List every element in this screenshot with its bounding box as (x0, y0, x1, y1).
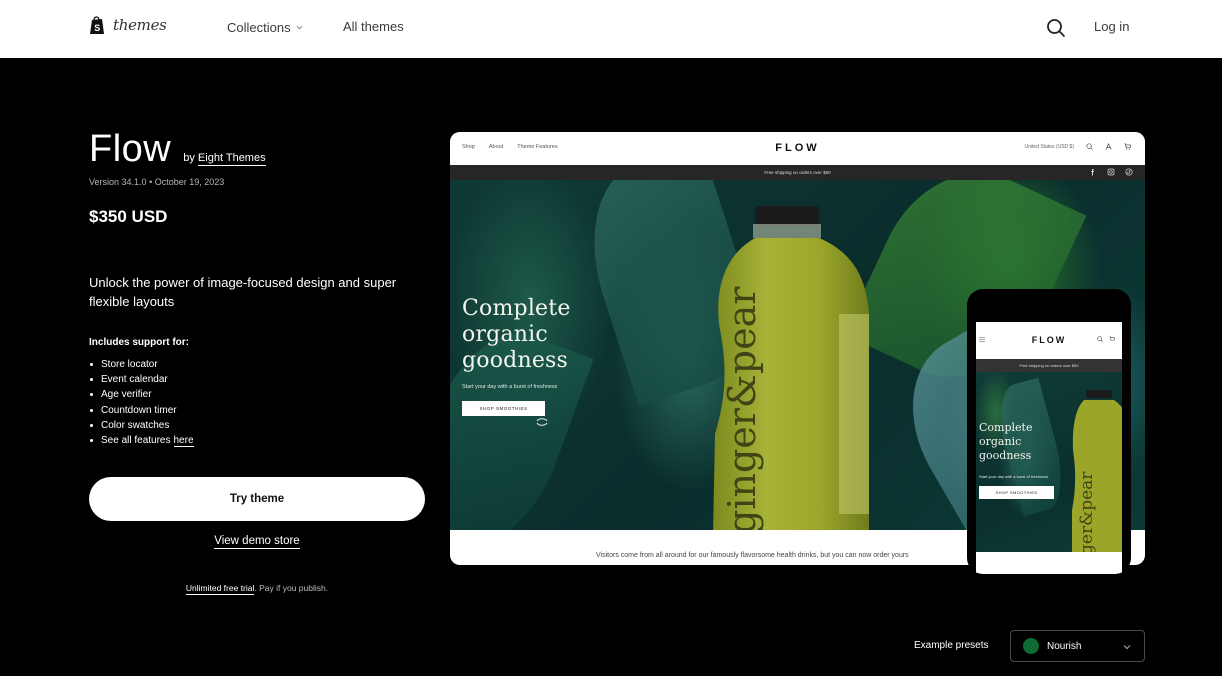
trial-suffix: . Pay if you publish. (254, 583, 329, 593)
headline-line: goodness (462, 348, 569, 373)
version-meta: Version 34.1.0 • October 19, 2023 (89, 177, 224, 187)
author-link[interactable]: Eight Themes (197, 152, 266, 166)
preview-caption: Visitors come from all around for our fa… (596, 552, 909, 559)
login-link[interactable]: Log in (1094, 19, 1129, 34)
preview-currency: United States (USD $) (1024, 143, 1074, 150)
theme-title: Flow (89, 128, 172, 170)
bottle-label: ginger&pear (720, 286, 764, 530)
preview-social-icons (1089, 168, 1133, 176)
juice-bottle-image: ger&pear (1072, 390, 1122, 552)
view-demo-store-link[interactable]: View demo store (214, 535, 300, 549)
preset-selected-name: Nourish (1047, 640, 1082, 652)
mobile-shop-button: SHOP SMOOTHIES (979, 486, 1054, 499)
mobile-nav-icons (1097, 336, 1115, 342)
mobile-hero: ger&pear Complete organic goodness Start… (976, 372, 1122, 552)
svg-text:ger&pear: ger&pear (1077, 471, 1097, 552)
demo-link-wrap: View demo store (89, 535, 425, 549)
feature-item-see-all: See all features here (89, 433, 194, 448)
author-byline: by Eight Themes (183, 152, 266, 166)
mobile-announcement: Free shipping on orders over $50 (976, 359, 1122, 372)
theme-tagline: Unlock the power of image-focused design… (89, 275, 397, 309)
top-nav: S themes Collections All themes Log in (0, 0, 1222, 58)
headline-line: goodness (979, 449, 1032, 462)
shopify-themes-logo[interactable]: S themes (89, 15, 167, 35)
svg-text:S: S (94, 23, 100, 33)
preview-subheadline: Start your day with a burst of freshness (462, 384, 558, 390)
feature-item: Store locator (89, 357, 194, 372)
release-date: October 19, 2023 (154, 177, 225, 187)
theme-title-row: Flow by Eight Themes (89, 128, 266, 171)
preset-color-swatch (1023, 638, 1039, 654)
mobile-headline: Complete organic goodness (979, 421, 1032, 463)
presets-label: Example presets (914, 640, 989, 651)
feature-list: Store locator Event calendar Age verifie… (89, 357, 194, 448)
try-theme-button[interactable]: Try theme (89, 477, 425, 521)
preset-dropdown[interactable]: Nourish (1010, 630, 1145, 662)
phone-screen: FLOW Free shipping on orders over $50 ge… (976, 322, 1122, 574)
theme-preview-mobile[interactable]: FLOW Free shipping on orders over $50 ge… (967, 289, 1131, 574)
chevron-down-icon (296, 25, 303, 30)
preview-announcement-bar: Free shipping on orders over $50 (450, 165, 1145, 180)
trial-note: Unlimited free trial. Pay if you publish… (89, 583, 425, 595)
version: Version 34.1.0 (89, 177, 147, 187)
support-heading: Includes support for: (89, 337, 189, 348)
scroll-arrow-icon (536, 418, 548, 426)
cart-icon (1124, 143, 1131, 150)
headline-line: organic (462, 322, 548, 347)
logo-text: themes (113, 16, 167, 34)
preview-nav-right: United States (USD $) (1025, 143, 1131, 150)
feature-item: Countdown timer (89, 403, 194, 418)
theme-price: $350 USD (89, 207, 168, 226)
collections-menu[interactable]: Collections (227, 20, 303, 35)
mobile-subheadline: Start your day with a burst of freshness (979, 474, 1049, 479)
headline-line: organic (979, 435, 1022, 448)
tiktok-icon (1125, 168, 1133, 176)
headline-line: Complete (979, 421, 1033, 434)
search-icon (1097, 336, 1103, 342)
all-themes-link[interactable]: All themes (343, 19, 404, 34)
juice-bottle-image: ginger&pear (713, 206, 869, 530)
search-icon[interactable] (1046, 18, 1066, 38)
by-prefix: by (183, 152, 195, 164)
instagram-icon (1107, 168, 1115, 176)
facebook-icon (1091, 169, 1094, 176)
separator: • (149, 177, 153, 187)
see-all-text: See all features (101, 435, 171, 447)
preview-headline: Complete organic goodness (462, 296, 571, 374)
free-trial-link[interactable]: Unlimited free trial (185, 583, 255, 595)
account-icon (1105, 143, 1112, 150)
collections-label: Collections (227, 20, 291, 35)
mobile-nav: FLOW (976, 322, 1122, 358)
shopify-bag-icon: S (90, 16, 104, 34)
feature-item: Age verifier (89, 387, 194, 402)
headline-line: Complete (462, 296, 571, 321)
see-all-features-link[interactable]: here (173, 435, 194, 447)
chevron-down-icon (1123, 645, 1131, 650)
preview-shop-button: SHOP SMOOTHIES (462, 401, 545, 416)
preview-nav: Shop About Theme Features FLOW United St… (450, 132, 1145, 165)
search-icon (1086, 143, 1093, 150)
preview-announcement: Free shipping on orders over $50 (764, 170, 831, 175)
feature-item: Event calendar (89, 372, 194, 387)
cart-icon (1109, 336, 1115, 341)
feature-item: Color swatches (89, 418, 194, 433)
